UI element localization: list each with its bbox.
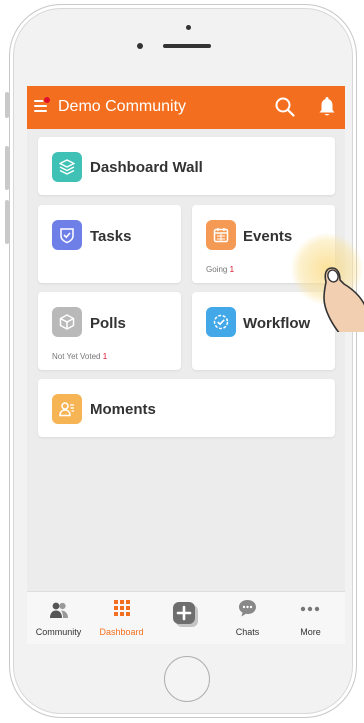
chat-bubble-icon	[239, 600, 256, 617]
bell-icon[interactable]	[317, 96, 337, 118]
nav-more[interactable]: More	[279, 592, 342, 644]
dashboard-wall-card[interactable]: Dashboard Wall	[38, 137, 335, 195]
nav-community-label: Community	[35, 627, 82, 637]
polls-not-voted-label: Not Yet Voted	[52, 352, 101, 361]
tasks-card[interactable]: Tasks	[38, 205, 181, 283]
add-icon	[173, 602, 198, 627]
calendar-icon	[206, 220, 236, 250]
nav-add[interactable]	[153, 592, 216, 644]
nav-more-label: More	[300, 627, 321, 637]
nav-dashboard-label: Dashboard	[99, 627, 144, 637]
events-label: Events	[243, 228, 293, 245]
nav-chats-label: Chats	[235, 627, 260, 637]
workflow-check-icon	[206, 307, 236, 337]
moments-person-icon	[52, 394, 82, 424]
polls-label: Polls	[90, 315, 126, 332]
search-icon[interactable]	[274, 96, 296, 118]
polls-card[interactable]: Polls Not Yet Voted 1	[38, 292, 181, 370]
dashboard-wall-label: Dashboard Wall	[90, 159, 203, 176]
more-dots-icon	[300, 606, 320, 612]
top-bar: Demo Community	[27, 86, 345, 129]
bottom-navigation: Community Dashboard Chats More	[27, 591, 345, 644]
phone-home-button[interactable]	[164, 656, 210, 702]
phone-side-button	[5, 92, 9, 118]
tasks-shield-icon	[52, 220, 82, 250]
polls-not-voted-count: 1	[102, 352, 108, 361]
workflow-label: Workflow	[243, 315, 311, 332]
events-going-label: Going	[206, 265, 228, 274]
nav-dashboard[interactable]: Dashboard	[90, 592, 153, 644]
page-title: Demo Community	[58, 98, 187, 115]
events-going-count: 1	[229, 265, 235, 274]
notification-dot	[43, 96, 51, 104]
nav-chats[interactable]: Chats	[216, 592, 279, 644]
dashboard-grid-icon	[114, 600, 130, 616]
moments-card[interactable]: Moments	[38, 379, 335, 437]
phone-speaker	[163, 44, 211, 48]
events-going-status: Going 1	[206, 265, 234, 274]
phone-volume-down	[5, 200, 9, 244]
moments-label: Moments	[90, 401, 156, 418]
app-screen: Demo Community Dashboard Wall Tasks Even…	[27, 86, 345, 644]
phone-sensor	[186, 25, 191, 30]
polls-not-voted-status: Not Yet Voted 1	[52, 352, 107, 361]
nav-community[interactable]: Community	[27, 592, 90, 644]
polls-cube-icon	[52, 307, 82, 337]
pointing-hand-icon	[323, 267, 364, 332]
phone-camera	[137, 43, 143, 49]
layers-icon	[52, 152, 82, 182]
tasks-label: Tasks	[90, 228, 132, 245]
community-icon	[50, 602, 68, 618]
phone-volume-up	[5, 146, 9, 190]
